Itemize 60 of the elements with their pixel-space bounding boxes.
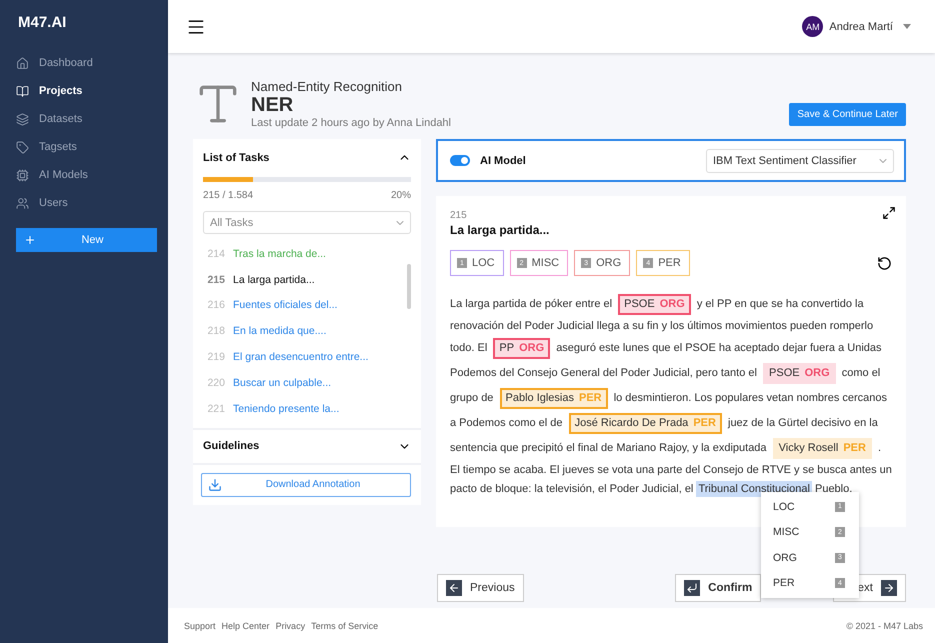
entity-highlight[interactable]: José Ricardo De Prada PER — [568, 413, 722, 434]
task-filter-select[interactable]: All Tasks — [203, 211, 411, 234]
chip-icon — [16, 168, 29, 182]
task-count: 215 / 1.584 — [203, 190, 254, 201]
task-item[interactable]: 216 Fuentes oficiales del... — [203, 292, 411, 318]
project-type: Named-Entity Recognition — [251, 79, 404, 94]
plus-icon — [24, 234, 36, 246]
footer-link[interactable]: Help Center — [222, 620, 270, 630]
entity-highlight[interactable]: Pablo Iglesias PER — [500, 388, 608, 409]
new-button[interactable]: New — [16, 228, 157, 252]
scrollbar[interactable] — [407, 264, 411, 309]
previous-button[interactable]: Previous — [437, 574, 524, 602]
task-item[interactable]: 219 El gran desencuentro entre... — [203, 344, 411, 370]
download-button[interactable]: Download Annotation — [201, 472, 411, 497]
entity-highlight[interactable]: PP ORG — [493, 338, 550, 359]
home-icon — [16, 56, 29, 70]
sidebar-item[interactable]: Projects — [16, 77, 158, 105]
book-icon — [16, 84, 29, 98]
arrow-left-icon — [448, 582, 460, 594]
entity-highlight[interactable]: PSOE ORG — [618, 294, 691, 315]
footer-link[interactable]: Privacy — [276, 620, 306, 630]
model-select[interactable]: IBM Text Sentiment Classifier — [706, 148, 894, 172]
footer-link[interactable]: Terms of Service — [311, 620, 378, 630]
panel-title: Guidelines — [203, 440, 260, 452]
document-title: La larga partida... — [450, 223, 550, 237]
sidebar-item[interactable]: Tagsets — [16, 133, 158, 161]
model-label: AI Model — [480, 154, 526, 166]
entity-highlight[interactable]: Vicky Rosell PER — [772, 438, 872, 459]
sidebar-item[interactable]: Dashboard — [16, 49, 158, 77]
sidebar-item[interactable]: Datasets — [16, 105, 158, 133]
caret-icon[interactable] — [903, 24, 911, 29]
document-number: 215 — [450, 210, 468, 221]
sidebar-item[interactable]: AI Models — [16, 161, 158, 189]
sidebar-item[interactable]: Users — [16, 189, 158, 217]
enter-icon — [686, 582, 698, 594]
arrow-right-icon — [883, 582, 895, 594]
task-item[interactable]: 221 Teniendo presente la... — [203, 396, 411, 422]
save-button[interactable]: Save & Continue Later — [789, 103, 906, 126]
ai-toggle[interactable] — [450, 155, 470, 166]
footer-link[interactable]: Support — [184, 620, 216, 630]
progress-percent: 20% — [390, 190, 411, 201]
users-icon — [16, 196, 29, 210]
undo-icon[interactable] — [877, 256, 892, 270]
task-item[interactable]: 220 Buscar un culpable... — [203, 370, 411, 396]
user-avatar[interactable]: AM — [802, 16, 824, 37]
user-name[interactable]: Andrea Martí — [829, 20, 893, 32]
copyright: © 2021 - M47 Labs — [846, 620, 923, 630]
document-text: La larga partida de póker entre el PSOE ORG y el PP en que se ha convertido la renovación del Poder Judicial llega a su fin y los últimos movimientos pueden romperlo todo. El PP ORG aseguró este lunes que el PSOE ha aceptado dejar fuera a Unidas Podemos del Consejo General del Poder Judicial, pero tanto el PSOE ORG como el grupo de Pablo Iglesias PER lo desmintieron. Los populares vetan nombres cercanos a Podemos como el de José Ricardo De Prada PER juez de la Gürtel decisivo en la sentencia que precipitó el final de Mariano Rajoy, y la exdiputada Vicky Rosell PER . El tiempo se acaba. El jueves se vota una parte del Consejo de RTVE y se busca antes un pacto de bloque: la televisión, el Poder Judicial, el Tribunal Constitucional Pueblo. — [450, 292, 892, 499]
task-item[interactable]: 215 La larga partida... — [203, 266, 411, 293]
confirm-button[interactable]: Confirm — [675, 574, 762, 602]
expand-icon[interactable] — [882, 206, 896, 220]
project-title: NER — [251, 94, 294, 117]
tag-icon — [16, 140, 29, 154]
brand-logo: M47.AI — [18, 14, 68, 31]
download-icon — [208, 478, 222, 492]
panel-title: List of Tasks — [203, 152, 270, 164]
layers-icon — [16, 112, 29, 126]
task-item[interactable]: 218 En la medida que.... — [203, 318, 411, 344]
last-update: Last update 2 hours ago by Anna Lindahl — [251, 117, 451, 129]
entity-highlight[interactable]: PSOE ORG — [763, 363, 836, 384]
